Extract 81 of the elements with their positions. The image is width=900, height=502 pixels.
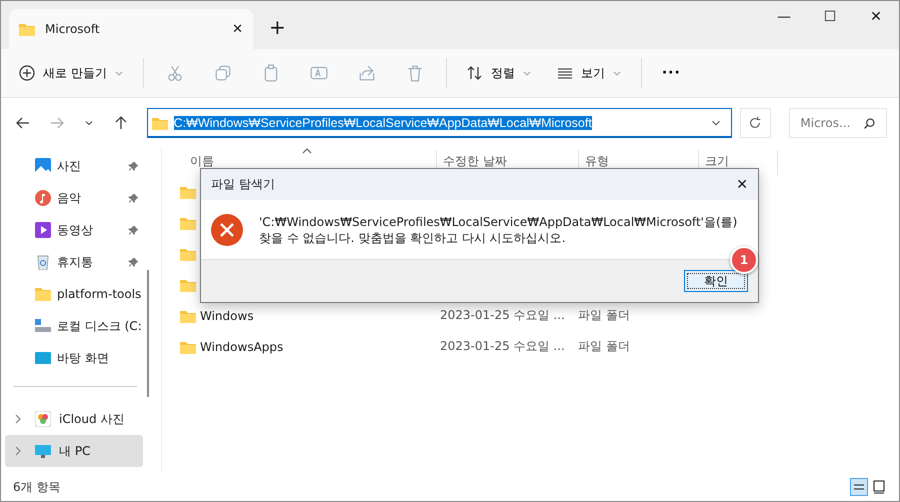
search-field[interactable]: Micros... [789,108,887,138]
file-name[interactable]: WindowsApps [200,340,440,354]
rename-icon[interactable] [310,64,328,82]
new-tab-button[interactable]: + [269,15,286,39]
folder-icon [180,278,196,292]
sort-icon [466,65,483,81]
new-button[interactable]: 새로 만들기 [13,60,129,86]
error-message: 'C:₩Windows₩ServiceProfiles₩LocalService₩AppData₩Local₩Microsoft'을(를) 찾을 수 없습니다. 맞춤법을 확인하고 다시 시도하십시오. [259,214,738,246]
sidebar-item[interactable]: 휴지통 [5,246,143,278]
folder-icon [180,184,196,198]
chevron-right-icon[interactable] [15,414,21,424]
ok-button[interactable]: 확인 [684,270,748,292]
pin-icon[interactable] [128,160,139,172]
chevron-down-icon [522,70,531,76]
date-cell-text: 2023-01-25 수요일 ... [440,338,566,355]
folder-icon [35,286,51,302]
up-icon[interactable] [112,115,129,131]
search-icon [862,116,876,130]
view-button[interactable]: 보기 [550,60,627,86]
close-button[interactable]: ✕ [736,176,748,192]
sort-button[interactable]: 정렬 [460,60,537,86]
back-icon[interactable] [15,115,31,131]
maximize-button[interactable]: ☐ [807,1,853,25]
details-view-icon[interactable] [851,479,867,495]
sidebar-item[interactable]: 사진 [5,150,143,182]
sidebar-item[interactable]: platform-tools [5,278,143,310]
sort-caret-icon [302,148,312,154]
chevron-down-icon [612,70,621,76]
sidebar-item[interactable]: 음악 [5,182,143,214]
step-badge: 1 [730,246,758,274]
type-cell: 파일 폴더 [578,338,630,355]
folder-icon [180,246,196,260]
folder-icon [180,340,196,354]
chevron-right-icon[interactable] [15,446,21,456]
share-icon[interactable] [358,64,376,82]
file-name[interactable]: Windows [200,308,440,322]
column-header[interactable]: 수정한 날짜 [443,154,507,168]
minimize-button[interactable]: — [761,1,807,25]
window-tab[interactable]: Microsoft ✕ [9,9,253,49]
recycle-bin-icon [35,254,51,270]
sidebar-item[interactable]: 로컬 디스크 (C: [5,310,143,342]
folder-icon [152,116,168,130]
tree-item[interactable]: iCloud 사진 [5,403,143,435]
close-button[interactable]: ✕ [853,1,899,25]
tree-item[interactable]: 내 PC [5,435,143,467]
pin-icon[interactable] [128,224,139,236]
refresh-button[interactable] [740,108,772,138]
music-icon [35,190,51,206]
pin-icon[interactable] [128,192,139,204]
folder-icon [180,216,196,230]
address-field[interactable]: C:₩Windows₩ServiceProfiles₩LocalService₩AppData₩Local₩Microsoft [146,108,732,138]
column-header[interactable]: 크기 [705,154,729,168]
item-count: 6개 항목 [13,478,60,496]
tab-title: Microsoft [45,22,101,36]
pin-icon[interactable] [128,256,139,268]
more-button[interactable]: ··· [656,61,687,85]
close-tab-button[interactable]: ✕ [232,22,243,36]
cut-icon[interactable] [166,64,184,82]
monitor-icon [35,443,51,459]
chevron-down-icon [114,70,123,76]
sidebar-item[interactable]: 바탕 화면 [5,342,143,374]
disk-icon [35,318,51,334]
desktop-icon [35,350,51,366]
sidebar-item[interactable]: 동영상 [5,214,143,246]
photos-app-icon [35,411,51,427]
type-cell: 파일 폴더 [578,307,630,324]
column-header[interactable]: 이름 [190,154,214,168]
date-cell-text: 2023-01-25 수요일 ... [440,307,566,324]
plus-icon [19,65,35,81]
folder-icon [19,22,35,36]
tiles-view-icon[interactable] [871,479,887,495]
copy-icon[interactable] [214,64,232,82]
column-header[interactable]: 유형 [585,154,609,168]
photos-icon [35,158,51,174]
refresh-icon [748,116,762,130]
video-icon [35,222,51,238]
forward-icon[interactable] [48,115,65,131]
folder-icon [180,308,196,322]
dialog-title: 파일 탐색기 [211,176,275,193]
error-icon [211,214,243,246]
delete-icon[interactable] [406,64,424,82]
